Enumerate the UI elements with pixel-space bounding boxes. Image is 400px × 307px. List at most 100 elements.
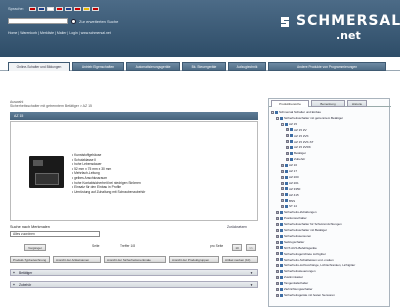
expand-icon[interactable]: + [276,258,279,262]
expand-icon[interactable]: + [276,222,279,226]
expand-icon[interactable]: + [276,211,279,214]
expand-icon[interactable]: + [281,199,284,203]
expand-icon[interactable]: + [276,270,279,273]
tree-node[interactable]: + AZ 15 ZVRK [286,145,311,149]
breadcrumb-path[interactable]: Sicherheitsschalter mit getrenntem Betät… [10,104,92,108]
tree-node[interactable]: + Sicherheitsschalter für Schutzeinrichtu… [276,222,342,226]
accordion-betaetiger[interactable]: + Betätiger ▼ [10,269,258,276]
filter-safety-features[interactable]: Ansicht der Sicherheitsmerkmale [104,256,166,263]
expand-icon[interactable]: + [276,240,279,244]
tree-node[interactable]: + Tangentialschalter [276,281,308,285]
reset-link[interactable]: Zurücksetzen [227,225,247,229]
tree-node[interactable]: - Sicherheitsschalter mit getrenntem Betä… [276,116,343,120]
expand-icon[interactable]: + [276,228,279,232]
expand-icon[interactable]: + [281,169,284,173]
tree-node[interactable]: + AZ 201 [281,181,299,185]
flag-icon[interactable] [47,6,55,11]
tree-node[interactable]: + Sicherheitsgeräte mit festen Sensoren [276,293,335,297]
expand-icon[interactable]: + [276,275,279,279]
flag-icon[interactable] [29,6,37,11]
flag-icon[interactable] [83,6,91,11]
tab-automatisierung[interactable]: Automatisierungsgeräte [126,62,180,71]
tree-node[interactable]: + ST 14 [281,204,297,208]
tree-node[interactable]: + Sicherheitssteuerungen [276,269,316,273]
tree-node[interactable]: + Sicherheits-Zuhaltungen [276,210,317,214]
tree-node[interactable]: + NOT-AUS-Befehlsgeräte [276,246,317,250]
tree-node[interactable]: + AZ 15 ZV [286,128,307,132]
flag-icon[interactable] [74,6,82,11]
tree-node[interactable]: + AZ 17 [281,169,297,173]
tree-node[interactable]: + Betätiger [286,151,306,155]
collapse-icon[interactable]: - [276,116,279,120]
folder-icon [285,193,288,197]
collapse-icon[interactable]: - [281,122,284,126]
tree-node[interactable]: + Positionsschalter [276,216,307,220]
tree-node[interactable]: + AZ 200 [281,175,299,179]
tree-node[interactable]: + AZ 16 [281,163,297,167]
tree-node[interactable]: + Zubehör [286,157,305,161]
tree-node[interactable]: + Sicherheits-Lichtvorhänge, Lichtschrank… [276,263,355,267]
characteristics-select[interactable]: Alles zuordnen [10,231,100,237]
expand-icon[interactable]: + [281,163,284,167]
filter-product-type[interactable]: Produkt-Typbezeichnung [10,256,50,263]
expand-icon[interactable]: + [276,252,279,256]
prev-button[interactable]: Vorgänger [24,244,46,251]
remember-articles-button[interactable]: Artikel merken (10) [222,256,258,263]
expand-icon[interactable]: + [276,246,279,250]
expand-icon[interactable]: + [286,140,289,144]
per-page-select[interactable]: 10 [232,244,242,251]
tree-node[interactable]: + Ziehrichtungsschalter [276,287,313,291]
tree-node[interactable]: + Sicherheitsgerichtete Lichtgitter [276,252,326,256]
expand-icon[interactable]: + [281,187,284,191]
tree-node[interactable]: + Seilzugschalter [276,240,304,244]
expand-icon[interactable]: + [281,193,284,197]
tab-andere-produkte[interactable]: Andere Produkte von Programmierungen [268,62,386,71]
tree-node[interactable]: + BNS [281,199,295,203]
search-icon[interactable] [71,18,76,24]
expand-icon[interactable]: + [286,146,289,150]
tree-node[interactable]: + Zustimmtaster [276,275,303,279]
expand-icon[interactable]: + [276,281,279,285]
tree-node[interactable]: + AZ 15 ZVK-ST [286,140,314,144]
expand-icon[interactable]: + [286,128,289,132]
expand-icon[interactable]: + [276,216,279,220]
tab-historie[interactable]: Historie [347,100,367,107]
expand-icon[interactable]: + [281,175,284,179]
expand-icon[interactable]: + [286,152,289,155]
expand-icon[interactable]: + [276,287,279,291]
header-nav-links[interactable]: Home | Warenkorb | Merkliste | Mailer | … [8,31,111,35]
expand-icon[interactable]: + [286,134,289,138]
tree-node[interactable]: + AZ 3350 [281,187,300,191]
tab-produktbereiche[interactable]: Produktbereiche [271,100,309,107]
tab-antrieb[interactable]: Antrieb Eigenschaften [72,62,124,71]
tab-online-schalter[interactable]: Online-Schalter und Bildungen [8,62,70,71]
expand-icon[interactable]: + [281,181,284,185]
tree-node[interactable]: - Schmersal Schalter und Einbau [271,110,321,114]
accordion-zubehoer[interactable]: + Zubehör ▼ [10,281,258,288]
expand-icon[interactable]: + [276,293,279,297]
search-input[interactable] [8,18,68,24]
flag-icon[interactable] [92,6,100,11]
filter-product-groups[interactable]: Ansicht der Produktgruppen [169,256,219,263]
tree-node[interactable]: + AZ 415 [281,193,299,197]
tab-steuergeraete[interactable]: Bk. Steuergeräte [182,62,226,71]
advanced-search-link[interactable]: Zur erweiterten Suche [79,19,118,24]
filter-article-names[interactable]: Ansicht der Artikelnamen [53,256,101,263]
tree-node[interactable]: - AZ 15 [281,122,297,126]
tab-aufzugtechnik[interactable]: Aufzugtechnik [228,62,266,71]
expand-icon[interactable]: + [281,205,284,209]
next-button[interactable]: >> [246,244,256,251]
expand-icon[interactable]: + [286,157,289,161]
expand-icon[interactable]: + [276,264,279,268]
tab-bemerkung[interactable]: Bemerkung [311,100,345,107]
tree-node[interactable]: + Sicherheitsschalter mit Betätiger [276,228,327,232]
expand-icon[interactable]: + [276,234,279,238]
tree-node[interactable]: + AZ 15 ZVK [286,134,309,138]
flag-icon[interactable] [65,6,73,11]
flag-icon[interactable] [38,6,46,11]
tree-node-label: NOT-AUS-Befehlsgeräte [284,245,317,250]
collapse-icon[interactable]: - [271,110,274,114]
flag-icon[interactable] [56,6,64,11]
tree-node[interactable]: + Sicherheits-Schaltleisten und -matten [276,258,334,262]
tree-node[interactable]: + Sicherheitssensoren [276,234,311,238]
